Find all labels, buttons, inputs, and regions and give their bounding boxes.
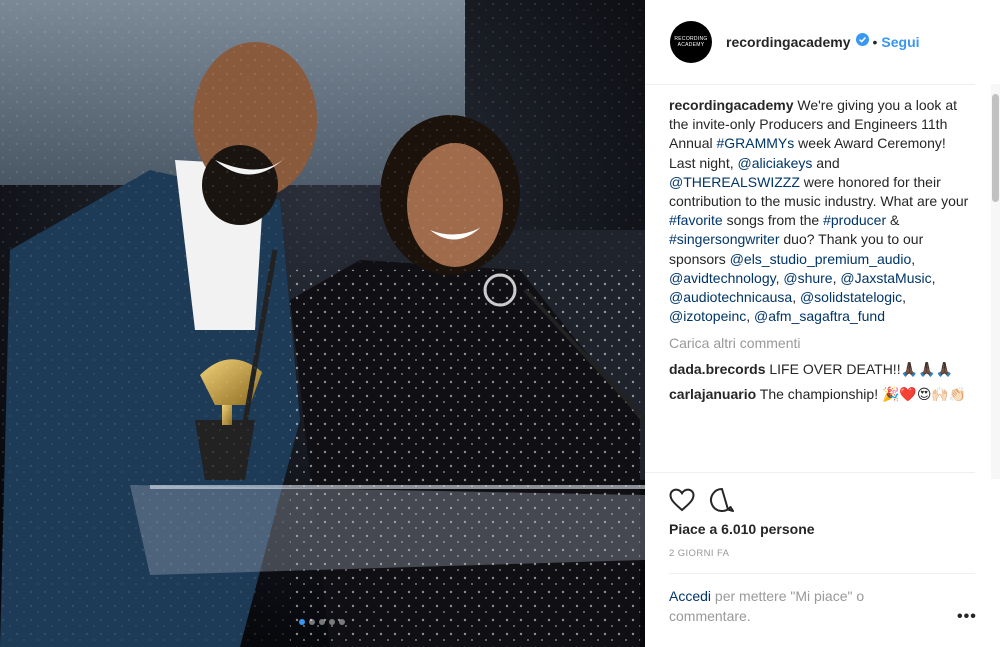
caption-text: , [931,269,936,286]
caption-text: songs from the [722,212,824,229]
caption-text: , [792,289,800,306]
divider [669,573,975,574]
verified-badge-icon [855,33,869,51]
mention-link[interactable]: @shure [783,270,832,286]
comments-list[interactable]: recordingacademy We're giving you a look… [669,96,969,472]
comment-username[interactable]: dada.brecords [669,361,765,377]
mention-link[interactable]: @aliciakeys [738,155,813,171]
comments-scrollbar[interactable] [991,84,1000,479]
caption-text: , [911,250,916,267]
mention-link[interactable]: @els_studio_premium_audio [730,251,912,267]
comment-icon[interactable] [707,485,737,515]
comment-username[interactable]: carlajanuario [669,386,756,402]
caption-username[interactable]: recordingacademy [669,97,794,113]
mention-link[interactable]: @izotopeinc [669,308,746,324]
mention-link[interactable]: @afm_sagaftra_fund [754,308,885,324]
comment-text: LIFE OVER DEATH!!🙏🏿🙏🏿🙏🏿 [769,360,953,377]
post-photo[interactable] [0,0,645,647]
mention-link[interactable]: @audiotechnicausa [669,289,792,305]
login-link[interactable]: Accedi [669,588,711,604]
caption-text: and [812,154,840,171]
caption-text: , [902,289,907,306]
carousel-dot-active [299,619,305,625]
comment-item: dada.brecords LIFE OVER DEATH!!🙏🏿🙏🏿🙏🏿 [669,360,969,379]
mention-link[interactable]: @avidtechnology [669,270,776,286]
comment-text: The championship! 🎉❤️😍🙌🏻👏🏻 [759,385,967,402]
login-prompt: Accedi per mettere "Mi piace" o commenta… [669,586,919,626]
caption-text: & [886,212,900,229]
post-side-panel: RECORDING ACADEMY recordingacademy • Seg… [645,0,1000,647]
mention-link[interactable]: @THEREALSWIZZZ [669,174,800,190]
mention-link[interactable]: @solidstatelogic [800,289,902,305]
carousel-dot [319,619,325,625]
carousel-dot [339,619,345,625]
post-actions: Piace a 6.010 persone 2 GIORNI FA Accedi… [645,472,977,643]
header-username[interactable]: recordingacademy [726,34,851,50]
post-timestamp: 2 GIORNI FA [669,548,730,559]
mention-link[interactable]: @JaxstaMusic [840,270,931,286]
photo-illustration [0,0,645,647]
scrollbar-thumb[interactable] [992,94,999,202]
action-icons [667,485,737,515]
carousel-dot [329,619,335,625]
caption-text: , [746,308,755,325]
hashtag-link[interactable]: #GRAMMYs [716,135,794,151]
comment-item: carlajanuario The championship! 🎉❤️😍🙌🏻👏🏻 [669,385,969,404]
carousel-indicator [299,619,345,625]
post-header: RECORDING ACADEMY recordingacademy • Seg… [645,0,975,85]
hashtag-link[interactable]: #favorite [669,212,723,228]
caption: recordingacademy We're giving you a look… [669,96,969,326]
load-more-comments-button[interactable]: Carica altri commenti [669,334,969,353]
hashtag-link[interactable]: #singersongwriter [669,231,780,247]
more-options-icon[interactable]: ••• [957,608,977,626]
header-separator: • [872,34,878,50]
avatar-text: RECORDING ACADEMY [674,36,708,48]
avatar[interactable]: RECORDING ACADEMY [670,21,712,63]
carousel-dot [309,619,315,625]
hashtag-link[interactable]: #producer [823,212,886,228]
likes-count[interactable]: Piace a 6.010 persone [669,521,815,537]
heart-icon[interactable] [667,485,697,515]
follow-button[interactable]: Segui [881,34,919,50]
